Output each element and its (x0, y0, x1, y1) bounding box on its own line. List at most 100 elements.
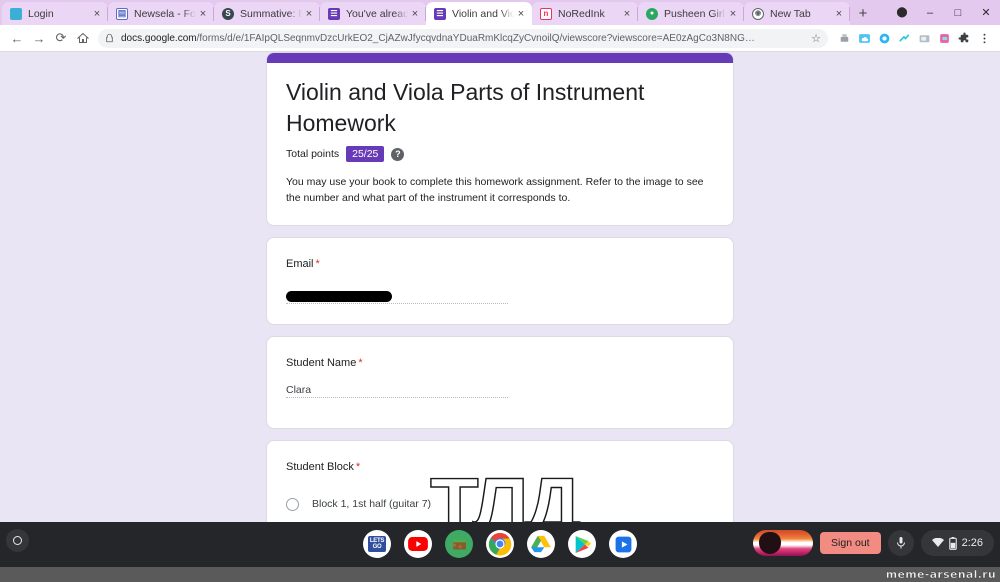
question-label-text: Email (286, 257, 314, 270)
tab-close-icon[interactable]: × (726, 7, 740, 21)
google-drive-app-icon[interactable] (527, 530, 555, 558)
question-card-student-name: Student Name * Clara (266, 335, 734, 429)
tab-close-icon[interactable]: × (408, 7, 422, 21)
summative-favicon: S (222, 7, 234, 20)
page-title: Violin and Viola Parts of Instrument Hom… (286, 79, 645, 136)
back-button[interactable]: ← (6, 27, 28, 49)
microphone-icon[interactable] (887, 530, 914, 556)
launcher-button[interactable] (6, 529, 29, 552)
tab-title: Summative: P (240, 7, 302, 20)
student-name-field[interactable]: Clara (286, 382, 508, 398)
required-asterisk: * (358, 356, 363, 369)
browser-tab[interactable]: ▤ Newsela - Fore × (108, 2, 214, 25)
browser-tab[interactable]: ◉ New Tab × (744, 2, 850, 25)
window-close-button[interactable]: ✕ (972, 0, 1000, 25)
youtube-app-icon[interactable] (404, 530, 432, 558)
tab-title: You've already (346, 7, 408, 20)
page-viewport: Violin and Viola Parts of Instrument Hom… (0, 52, 1000, 522)
url-path: /forms/d/e/1FAIpQLSeqnmvDzcUrkEO2_CjAZwJ… (196, 32, 755, 44)
browser-tab[interactable]: ☰ You've already × (320, 2, 426, 25)
browser-window: Login × ▤ Newsela - Fore × S Summative: … (0, 0, 1000, 522)
tab-strip: Login × ▤ Newsela - Fore × S Summative: … (0, 0, 1000, 25)
play-movies-app-icon[interactable] (609, 530, 637, 558)
email-field[interactable] (286, 288, 508, 304)
radio-button-icon[interactable] (286, 497, 299, 511)
total-points-row: Total points 25/25 ? (286, 146, 714, 163)
help-icon[interactable]: ? (391, 147, 405, 161)
browser-tab[interactable]: Login × (2, 2, 108, 25)
question-card-student-block: Student Block * Block 1, 1st half (guitar… (266, 439, 734, 522)
play-store-app-icon[interactable] (568, 530, 596, 558)
form-description: You may use your book to complete this h… (286, 176, 704, 204)
tab-title: Login (28, 7, 54, 20)
battery-icon (948, 536, 957, 550)
window-controls: ⬤ – □ ✕ (888, 0, 1000, 25)
question-label-student-block: Student Block * (286, 461, 714, 473)
question-card-email: Email * (266, 236, 734, 325)
screenshot-extension-icon[interactable] (915, 29, 934, 48)
tab-title: NoRedInk (558, 7, 605, 20)
url-domain: docs.google.com (121, 32, 197, 44)
chrome-app-icon[interactable] (486, 530, 514, 558)
lets-go-app-icon[interactable]: LETS GO (363, 530, 391, 558)
chrome-menu-icon[interactable] (975, 29, 994, 48)
question-label-email: Email * (286, 258, 714, 270)
form-accent-bar (267, 53, 733, 63)
globe-extension-icon[interactable] (875, 29, 894, 48)
screen-root: Login × ▤ Newsela - Fore × S Summative: … (0, 0, 1000, 582)
window-maximize-button[interactable]: □ (944, 0, 972, 25)
forward-button[interactable]: → (28, 27, 50, 49)
bookmark-star-icon[interactable]: ☆ (807, 32, 821, 45)
avatar-face (759, 532, 782, 554)
window-minimize-button[interactable]: – (916, 0, 944, 25)
tab-close-icon[interactable]: × (196, 7, 210, 21)
question-label-student-name: Student Name * (286, 357, 714, 369)
radio-option-block1-1st-half[interactable]: Block 1, 1st half (guitar 7) (286, 497, 714, 511)
tab-close-icon[interactable]: × (302, 7, 316, 21)
tab-close-icon[interactable]: × (514, 7, 528, 21)
print-extension-icon[interactable] (835, 29, 854, 48)
cloud-print-extension-icon[interactable] (855, 29, 874, 48)
wifi-icon (931, 538, 944, 548)
window-shield-icon[interactable]: ⬤ (888, 0, 916, 25)
browser-tab[interactable]: S Summative: P × (214, 2, 320, 25)
extensions-puzzle-icon[interactable] (955, 29, 974, 48)
system-tray: Sign out 2:26 (753, 530, 994, 556)
reload-button[interactable]: ⟳ (50, 27, 72, 49)
tab-close-icon[interactable]: × (620, 7, 634, 21)
tab-title: Pusheen Girl S (664, 7, 726, 20)
lock-icon (105, 33, 115, 43)
minecraft-app-icon[interactable] (445, 530, 473, 558)
tab-close-icon[interactable]: × (90, 7, 104, 21)
puzzle-pink-extension-icon[interactable] (935, 29, 954, 48)
question-label-text: Student Name (286, 356, 357, 369)
student-name-value: Clara (286, 383, 312, 396)
tab-close-icon[interactable]: × (832, 7, 846, 21)
status-area[interactable]: 2:26 (920, 530, 994, 556)
google-form: Violin and Viola Parts of Instrument Hom… (266, 52, 734, 522)
avatar[interactable] (753, 530, 814, 556)
noredink-favicon: n (540, 7, 552, 20)
url-text: docs.google.com/forms/d/e/1FAIpQLSeqnmvD… (121, 33, 807, 44)
question-label-text: Student Block (286, 460, 354, 473)
cloud-favicon (10, 7, 22, 20)
shelf-app-list: LETS GO (363, 530, 637, 558)
browser-tab[interactable]: n NoRedInk × (532, 2, 638, 25)
required-asterisk: * (355, 460, 361, 473)
address-bar[interactable]: docs.google.com/forms/d/e/1FAIpQLSeqnmvD… (98, 28, 828, 48)
required-asterisk: * (315, 257, 320, 270)
pusheen-favicon: ● (646, 7, 658, 20)
watermark: meme-arsenal.ru (885, 568, 996, 581)
browser-tab-active[interactable]: ☰ Violin and Vio × (426, 2, 532, 25)
chromeos-shelf: LETS GO Sign out 2:26 (0, 522, 1000, 567)
radio-option-label: Block 1, 1st half (guitar 7) (312, 498, 432, 511)
home-button[interactable] (72, 27, 94, 49)
new-tab-button[interactable]: + (850, 2, 876, 25)
redaction-bar (286, 290, 392, 302)
browser-tab[interactable]: ● Pusheen Girl S × (638, 2, 744, 25)
google-forms-favicon: ☰ (434, 7, 446, 20)
tab-title: Violin and Vio (452, 7, 514, 20)
sign-out-button[interactable]: Sign out (820, 532, 881, 554)
share-extension-icon[interactable] (895, 29, 914, 48)
clock-time: 2:26 (961, 537, 983, 549)
